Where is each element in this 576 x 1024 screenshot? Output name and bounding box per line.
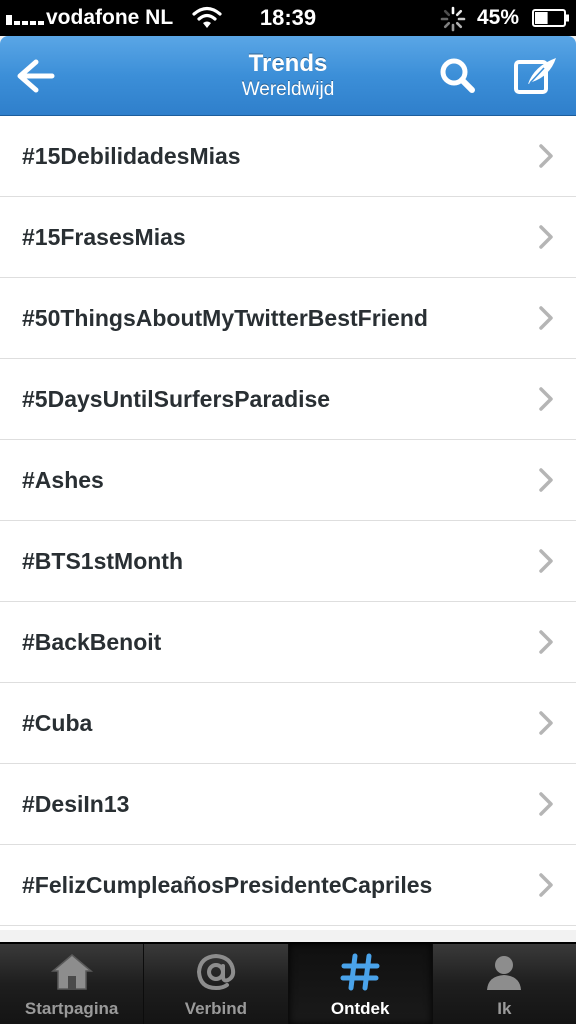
at-icon: [196, 953, 236, 991]
trend-label: #50ThingsAboutMyTwitterBestFriend: [22, 304, 428, 331]
trend-row[interactable]: #15DebilidadesMias: [0, 116, 576, 197]
trend-label: #Cuba: [22, 709, 93, 736]
trend-row[interactable]: #BackBenoit: [0, 602, 576, 683]
trend-label: #15FrasesMias: [22, 223, 186, 250]
chevron-right-icon: [539, 144, 553, 168]
status-bar: vodafone NL 18:39 45%: [0, 0, 576, 36]
compose-button[interactable]: [512, 54, 556, 98]
list-partial-row: [0, 926, 576, 930]
chevron-right-icon: [539, 387, 553, 411]
home-icon: [50, 954, 93, 990]
search-button[interactable]: [436, 54, 480, 98]
chevron-right-icon: [539, 306, 553, 330]
tab-bar: Startpagina Verbind Ontdek Ik: [0, 942, 576, 1024]
screen: vodafone NL 18:39 45% Trends Wereldwijd …: [0, 0, 576, 1024]
chevron-right-icon: [539, 225, 553, 249]
chevron-right-icon: [539, 630, 553, 654]
trend-row[interactable]: #15FrasesMias: [0, 197, 576, 278]
person-icon: [487, 956, 522, 990]
page-title: Trends: [248, 50, 328, 77]
tab-label: Ik: [497, 999, 512, 1018]
compose-icon: [514, 58, 556, 94]
hashtag-icon: [340, 953, 380, 991]
trend-label: #BackBenoit: [22, 628, 162, 655]
trend-row[interactable]: #50ThingsAboutMyTwitterBestFriend: [0, 278, 576, 359]
trend-row[interactable]: #BTS1stMonth: [0, 521, 576, 602]
chevron-right-icon: [539, 549, 553, 573]
trend-label: #DesiIn13: [22, 790, 130, 817]
navigation-bar: Trends Wereldwijd: [0, 36, 576, 116]
trend-label: #FelizCumpleañosPresidenteCapriles: [22, 871, 433, 898]
trend-row[interactable]: #FelizCumpleañosPresidenteCapriles: [0, 845, 576, 926]
chevron-right-icon: [539, 792, 553, 816]
trend-label: #5DaysUntilSurfersParadise: [22, 385, 331, 412]
activity-spinner-icon: [440, 6, 466, 32]
tab-label: Verbind: [184, 999, 248, 1018]
tab-startpagina[interactable]: Startpagina: [0, 944, 145, 1024]
trend-label: #15DebilidadesMias: [22, 142, 241, 169]
trends-list: #15DebilidadesMias #15FrasesMias #50Things…: [0, 116, 576, 942]
search-icon: [440, 58, 475, 93]
trend-row[interactable]: #Ashes: [0, 440, 576, 521]
battery-icon: [532, 9, 569, 27]
chevron-right-icon: [539, 468, 553, 492]
tab-ontdek[interactable]: Ontdek: [288, 944, 433, 1024]
tab-label: Ontdek: [330, 999, 390, 1018]
chevron-right-icon: [539, 711, 553, 735]
tab-ik[interactable]: Ik: [433, 944, 576, 1024]
battery-percentage: 45%: [477, 6, 520, 29]
tab-verbind[interactable]: Verbind: [144, 944, 289, 1024]
tab-label: Startpagina: [24, 999, 119, 1018]
trend-label: #Ashes: [22, 466, 104, 493]
trend-row[interactable]: #DesiIn13: [0, 764, 576, 845]
trend-row[interactable]: #Cuba: [0, 683, 576, 764]
chevron-right-icon: [539, 873, 553, 897]
trend-row[interactable]: #5DaysUntilSurfersParadise: [0, 359, 576, 440]
page-subtitle: Wereldwijd: [241, 79, 335, 100]
trend-label: #BTS1stMonth: [22, 547, 183, 574]
